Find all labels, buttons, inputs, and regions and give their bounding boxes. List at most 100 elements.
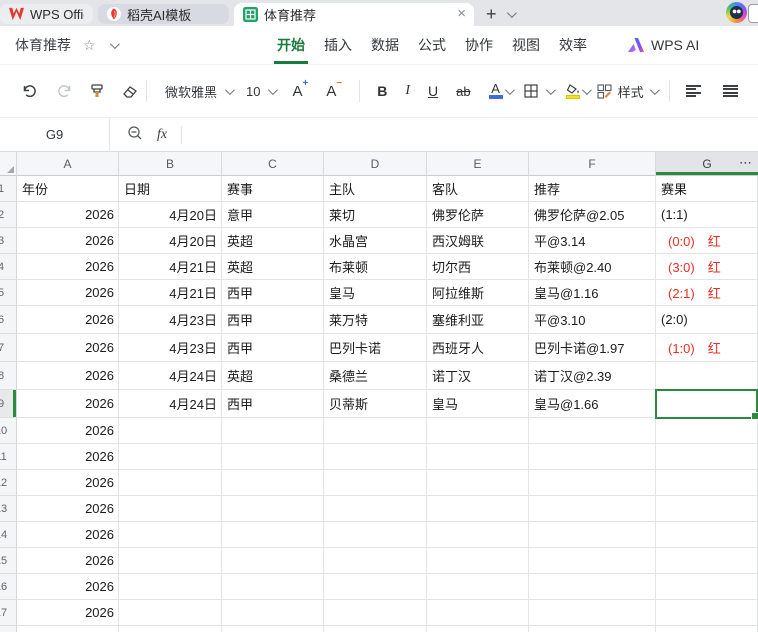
column-header-g[interactable]: G ⋯ <box>656 152 758 176</box>
cell[interactable]: 赛果 <box>656 176 758 202</box>
cell[interactable]: 佛罗伦萨 <box>427 202 529 228</box>
font-color-button[interactable]: A <box>488 82 503 99</box>
borders-chevron-icon[interactable] <box>545 84 556 95</box>
cell[interactable]: 水晶宫 <box>324 228 427 254</box>
cell[interactable] <box>529 496 656 522</box>
cell[interactable] <box>529 574 656 600</box>
cell[interactable]: 西汉姆联 <box>427 228 529 254</box>
menu-data[interactable]: 数据 <box>370 35 400 55</box>
cell[interactable] <box>427 626 529 632</box>
cell[interactable] <box>656 390 758 418</box>
cell[interactable] <box>427 418 529 444</box>
cell[interactable]: 西班牙人 <box>427 334 529 362</box>
cell[interactable] <box>656 418 758 444</box>
tab-list-chevron-icon[interactable] <box>506 8 517 19</box>
cell[interactable]: 切尔西 <box>427 254 529 280</box>
cell[interactable]: 2026 <box>17 390 119 418</box>
row-header[interactable]: 9 <box>0 390 17 418</box>
cell[interactable]: (2:1) 红 <box>656 280 758 306</box>
cell[interactable] <box>222 470 324 496</box>
eraser-button[interactable] <box>122 83 138 99</box>
cell[interactable]: (1:1) <box>656 202 758 228</box>
close-tab-icon[interactable]: × <box>457 5 466 23</box>
cell[interactable]: 皇马 <box>427 390 529 418</box>
cell[interactable]: (2:0) <box>656 306 758 334</box>
row-header[interactable]: 7 <box>0 334 17 362</box>
select-all-corner[interactable] <box>0 152 17 176</box>
cell[interactable]: 4月20日 <box>119 202 222 228</box>
align-left-button[interactable] <box>685 85 701 97</box>
search-range-button[interactable] <box>127 125 143 144</box>
bold-button[interactable]: B <box>377 83 387 99</box>
cell[interactable] <box>427 600 529 626</box>
menu-wps-ai[interactable]: WPS AI <box>628 37 699 53</box>
cell[interactable]: 西甲 <box>222 280 324 306</box>
cell[interactable]: 西甲 <box>222 306 324 334</box>
new-tab-button[interactable]: + <box>486 5 497 23</box>
cell[interactable] <box>656 496 758 522</box>
increase-font-button[interactable]: A+ <box>292 78 308 100</box>
cell[interactable] <box>324 470 427 496</box>
cell[interactable] <box>119 548 222 574</box>
cell[interactable]: 英超 <box>222 362 324 390</box>
cell[interactable] <box>324 444 427 470</box>
cell[interactable] <box>324 574 427 600</box>
cell[interactable]: 2026 <box>17 362 119 390</box>
row-header[interactable]: 11 <box>0 444 17 470</box>
fill-color-button[interactable] <box>565 83 580 99</box>
cell[interactable]: 2026 <box>17 600 119 626</box>
row-header[interactable]: 3 <box>0 228 17 254</box>
cell[interactable]: 4月23日 <box>119 334 222 362</box>
cell[interactable]: 2026 <box>17 470 119 496</box>
cell[interactable]: 平@3.14 <box>529 228 656 254</box>
sidebar-toggle-icon[interactable] <box>748 4 758 23</box>
cell[interactable]: 布莱顿@2.40 <box>529 254 656 280</box>
cell[interactable] <box>324 522 427 548</box>
align-center-button[interactable] <box>722 85 738 97</box>
column-header-c[interactable]: C <box>222 152 324 176</box>
menu-insert[interactable]: 插入 <box>323 35 353 55</box>
cell[interactable] <box>427 548 529 574</box>
cell[interactable] <box>119 522 222 548</box>
cell[interactable]: 桑德兰 <box>324 362 427 390</box>
italic-button[interactable]: I <box>405 83 410 99</box>
cell[interactable]: 4月21日 <box>119 254 222 280</box>
cell[interactable]: 4月20日 <box>119 228 222 254</box>
cell[interactable]: 赛事 <box>222 176 324 202</box>
undo-button[interactable] <box>21 83 37 99</box>
row-header[interactable]: 12 <box>0 470 17 496</box>
cell[interactable]: (1:0) 红 <box>656 334 758 362</box>
row-header[interactable]: 4 <box>0 254 17 280</box>
cell[interactable] <box>222 418 324 444</box>
cell[interactable]: 2026 <box>17 254 119 280</box>
cell[interactable] <box>656 574 758 600</box>
font-color-chevron-icon[interactable] <box>504 84 515 95</box>
cell[interactable]: 贝蒂斯 <box>324 390 427 418</box>
cell[interactable]: 皇马@1.16 <box>529 280 656 306</box>
cell[interactable]: 诺丁汉 <box>427 362 529 390</box>
tab-wps-office[interactable]: WPS Office <box>0 4 93 24</box>
cell[interactable] <box>427 522 529 548</box>
cell[interactable] <box>222 574 324 600</box>
cell[interactable]: 塞维利亚 <box>427 306 529 334</box>
cell[interactable]: 4月21日 <box>119 280 222 306</box>
cell[interactable] <box>324 600 427 626</box>
cell[interactable]: 推荐 <box>529 176 656 202</box>
cell[interactable]: 客队 <box>427 176 529 202</box>
menu-view[interactable]: 视图 <box>511 35 541 55</box>
tab-sports-sheet[interactable]: 体育推荐 × <box>234 3 474 26</box>
underline-button[interactable]: U <box>428 83 438 99</box>
cell[interactable] <box>222 600 324 626</box>
cell[interactable]: (3:0) 红 <box>656 254 758 280</box>
column-header-b[interactable]: B <box>119 152 222 176</box>
strikethrough-button[interactable]: ab <box>456 84 470 99</box>
row-header[interactable]: 18 <box>0 626 17 632</box>
column-header-f[interactable]: F <box>529 152 656 176</box>
cell[interactable] <box>119 626 222 632</box>
cell[interactable]: 佛罗伦萨@2.05 <box>529 202 656 228</box>
cell[interactable] <box>656 444 758 470</box>
column-header-a[interactable]: A <box>17 152 119 176</box>
cell[interactable] <box>119 470 222 496</box>
cell[interactable]: 2026 <box>17 306 119 334</box>
name-box[interactable]: G9 <box>0 118 110 151</box>
